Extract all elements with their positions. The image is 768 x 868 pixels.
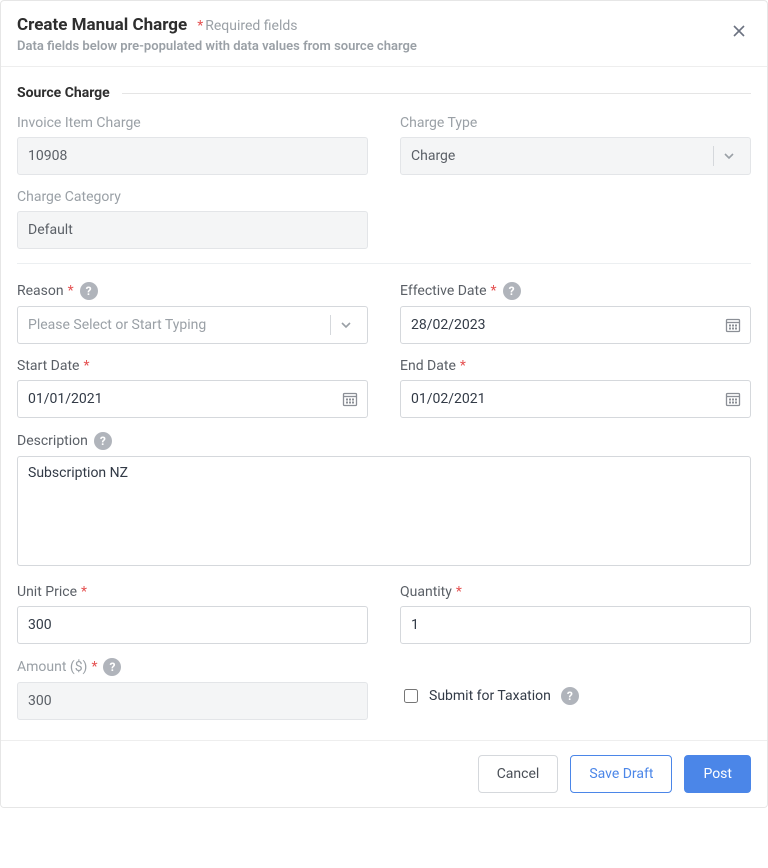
amount-label-wrap: Amount ($)* ?	[17, 658, 368, 676]
required-indicator: *	[91, 659, 97, 675]
section-divider	[17, 263, 751, 264]
select-divider	[330, 315, 331, 335]
charge-type-select[interactable]: Charge	[400, 137, 751, 175]
effective-date-label-wrap: Effective Date* ?	[400, 282, 751, 300]
start-date-input[interactable]	[17, 380, 368, 418]
description-label-wrap: Description ?	[17, 432, 751, 450]
end-date-label: End Date	[400, 358, 456, 374]
effective-date-input[interactable]	[400, 306, 751, 344]
start-date-label-wrap: Start Date*	[17, 358, 368, 374]
required-indicator: *	[81, 584, 87, 600]
chevron-down-icon	[333, 312, 359, 338]
save-draft-button[interactable]: Save Draft	[570, 755, 672, 793]
modal-header: Create Manual Charge *Required fields Da…	[1, 1, 767, 67]
required-indicator: *	[83, 358, 89, 374]
modal-body: Source Charge Invoice Item Charge Charge…	[1, 67, 767, 740]
close-button[interactable]	[729, 21, 749, 41]
invoice-item-charge-input	[17, 137, 368, 175]
description-label: Description	[17, 433, 88, 449]
description-textarea[interactable]	[17, 456, 751, 566]
required-asterisk-icon: *	[197, 18, 203, 34]
source-charge-section-title: Source Charge	[17, 85, 110, 101]
submit-taxation-label: Submit for Taxation	[429, 688, 551, 704]
section-divider-line	[122, 93, 751, 94]
required-indicator: *	[460, 358, 466, 374]
amount-label: Amount ($)	[17, 659, 87, 675]
quantity-input[interactable]	[400, 606, 751, 644]
unit-price-input[interactable]	[17, 606, 368, 644]
calendar-icon[interactable]	[342, 391, 358, 407]
charge-category-input	[17, 211, 368, 249]
required-fields-hint: *Required fields	[197, 18, 297, 34]
help-icon[interactable]: ?	[80, 282, 98, 300]
submit-taxation-row: Submit for Taxation ?	[400, 686, 751, 706]
help-icon[interactable]: ?	[561, 687, 579, 705]
calendar-icon[interactable]	[725, 317, 741, 333]
amount-input	[17, 682, 368, 720]
close-icon	[731, 23, 747, 39]
required-fields-label: Required fields	[205, 18, 297, 34]
submit-taxation-checkbox[interactable]	[404, 689, 418, 703]
unit-price-label: Unit Price	[17, 584, 77, 600]
post-button[interactable]: Post	[684, 755, 751, 793]
charge-category-label: Charge Category	[17, 189, 368, 205]
modal-subtitle: Data fields below pre-populated with dat…	[17, 39, 751, 54]
start-date-label: Start Date	[17, 358, 79, 374]
calendar-icon[interactable]	[725, 391, 741, 407]
quantity-label-wrap: Quantity*	[400, 584, 751, 600]
end-date-label-wrap: End Date*	[400, 358, 751, 374]
reason-select[interactable]: Please Select or Start Typing	[17, 306, 368, 344]
cancel-button[interactable]: Cancel	[478, 755, 559, 793]
required-indicator: *	[491, 283, 497, 299]
required-indicator: *	[456, 584, 462, 600]
quantity-label: Quantity	[400, 584, 452, 600]
modal-footer: Cancel Save Draft Post	[1, 740, 767, 807]
invoice-item-charge-label: Invoice Item Charge	[17, 115, 368, 131]
unit-price-label-wrap: Unit Price*	[17, 584, 368, 600]
charge-type-value: Charge	[411, 138, 455, 174]
create-manual-charge-modal: Create Manual Charge *Required fields Da…	[0, 0, 768, 808]
help-icon[interactable]: ?	[503, 282, 521, 300]
charge-type-label: Charge Type	[400, 115, 751, 131]
help-icon[interactable]: ?	[94, 432, 112, 450]
end-date-input[interactable]	[400, 380, 751, 418]
help-icon[interactable]: ?	[103, 658, 121, 676]
chevron-down-icon	[716, 143, 742, 169]
reason-label: Reason	[17, 283, 64, 299]
section-header-source-charge: Source Charge	[17, 85, 751, 101]
reason-placeholder: Please Select or Start Typing	[28, 307, 206, 343]
select-divider	[713, 146, 714, 166]
reason-label-wrap: Reason* ?	[17, 282, 368, 300]
modal-title: Create Manual Charge	[17, 15, 187, 35]
required-indicator: *	[68, 283, 74, 299]
effective-date-label: Effective Date	[400, 283, 487, 299]
